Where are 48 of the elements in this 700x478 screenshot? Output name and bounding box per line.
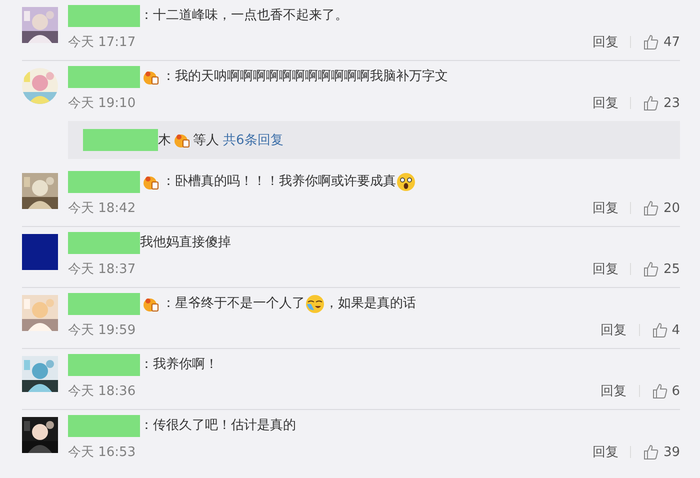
scream-emoji-icon [396, 172, 416, 192]
redaction-block [68, 171, 140, 193]
comment-time: 今天 17:17 [68, 34, 137, 51]
user-name: 木 [158, 132, 171, 149]
like-button[interactable]: 23 [643, 95, 680, 111]
comment-text: ：传很久了吧！估计是真的 [140, 417, 296, 435]
thumbs-up-icon [643, 444, 660, 460]
comment-text: 我他妈直接傻掉 [140, 234, 231, 252]
comment-text: ：星爷终于不是一个人了 [162, 295, 305, 313]
redaction-block [68, 5, 140, 27]
reply-button[interactable]: 回复 [592, 94, 618, 112]
comment-text: ：卧槽真的吗！！！我养你啊或许要成真 [162, 173, 396, 191]
more-replies-link[interactable]: 共6条回复 [223, 131, 284, 149]
redaction-block [68, 415, 140, 437]
like-button[interactable]: 25 [643, 261, 680, 277]
redaction-block [68, 66, 140, 88]
comment-time: 今天 19:10 [68, 95, 137, 112]
reply-button[interactable]: 回复 [592, 260, 618, 278]
like-button[interactable]: 4 [652, 322, 680, 338]
like-button[interactable]: 6 [652, 383, 680, 399]
like-button[interactable]: 20 [643, 200, 680, 216]
thumbs-up-icon [643, 95, 660, 111]
comment-time: 今天 18:42 [68, 200, 137, 217]
comment-time: 今天 19:59 [68, 322, 137, 339]
thumbs-up-icon [652, 383, 668, 399]
like-button[interactable]: 39 [643, 444, 680, 460]
reply-button[interactable]: 回复 [600, 321, 627, 339]
reply-button[interactable]: 回复 [592, 33, 618, 51]
redaction-block [68, 232, 140, 254]
like-button[interactable]: 47 [643, 34, 680, 50]
comment-text: ：十二道峰味，一点也香不起来了。 [140, 7, 348, 25]
reply-button[interactable]: 回复 [600, 382, 627, 400]
comment-time: 今天 18:37 [68, 261, 137, 278]
crying-emoji-icon [305, 294, 325, 314]
replies-text: 等人 [193, 132, 219, 149]
comment-time: 今天 16:53 [68, 444, 137, 461]
redaction-block [68, 354, 140, 376]
thumbs-up-icon [652, 322, 668, 338]
thumbs-up-icon [643, 261, 660, 277]
thumbs-up-icon [643, 200, 660, 216]
redaction-block [68, 293, 140, 315]
comment-text: ：我养你啊！ [140, 356, 218, 374]
comment-time: 今天 18:36 [68, 383, 137, 400]
thumbs-up-icon [643, 34, 660, 50]
comment-text: ：我的天呐啊啊啊啊啊啊啊啊啊啊啊我脑补万字文 [162, 68, 448, 86]
comment-text: ，如果是真的话 [325, 295, 416, 313]
reply-button[interactable]: 回复 [592, 443, 618, 461]
reply-button[interactable]: 回复 [592, 199, 618, 217]
